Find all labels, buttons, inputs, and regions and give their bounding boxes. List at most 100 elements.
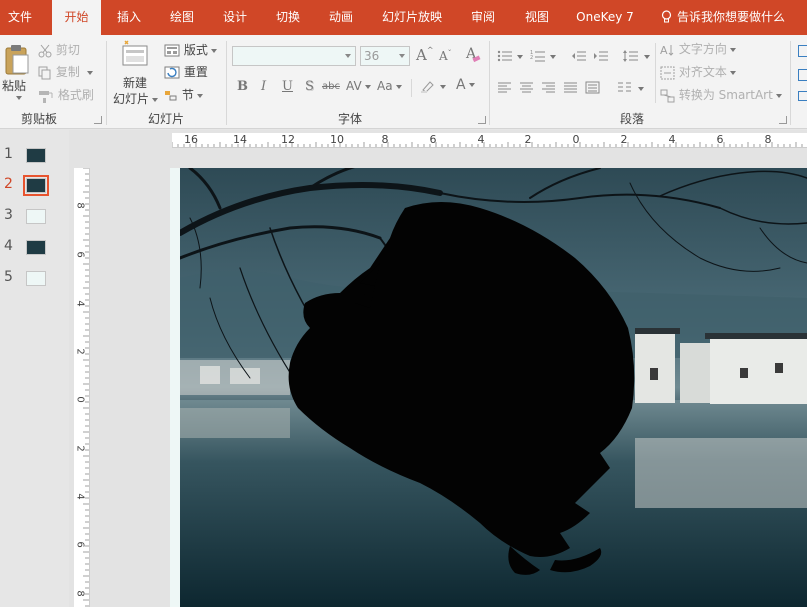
bullets-dropdown-icon[interactable] xyxy=(517,55,523,59)
bold-button[interactable]: B xyxy=(237,79,248,94)
drawing-group-partial xyxy=(796,43,807,103)
italic-button[interactable]: I xyxy=(261,79,266,94)
slide-thumbnail-item[interactable]: 4 xyxy=(0,238,69,260)
paste-icon xyxy=(5,45,29,75)
change-case-dropdown-icon[interactable] xyxy=(395,84,402,89)
font-name-dropdown-icon[interactable] xyxy=(345,54,351,58)
copy-icon xyxy=(38,66,51,79)
format-painter-button[interactable]: 格式刷 xyxy=(38,85,94,105)
ribbon: 粘贴 剪切 复制 格式刷 剪贴板 新建 幻灯片 版式 重置 节 幻灯片 36 A… xyxy=(0,35,807,129)
shape-icon[interactable] xyxy=(798,69,807,81)
tab-view[interactable]: 视图 xyxy=(518,0,556,35)
tab-home[interactable]: 开始 xyxy=(52,0,101,35)
align-right-icon[interactable] xyxy=(541,81,556,94)
align-text-button[interactable]: 对齐文本 xyxy=(660,62,736,82)
char-spacing-dropdown-icon[interactable] xyxy=(364,84,371,89)
convert-smartart-dropdown-icon[interactable] xyxy=(775,93,782,98)
slide-thumbnail-item[interactable]: 2 xyxy=(0,175,69,198)
slide-thumbnail-item[interactable]: 5 xyxy=(0,269,69,291)
section-dropdown-icon[interactable] xyxy=(196,93,203,98)
font-name-combobox[interactable] xyxy=(232,46,356,66)
tab-draw[interactable]: 绘图 xyxy=(163,0,201,35)
justify-icon[interactable] xyxy=(563,81,578,94)
new-slide-dropdown-icon[interactable] xyxy=(152,97,159,102)
slide-thumbnail-image[interactable] xyxy=(26,271,46,286)
char-spacing-button[interactable]: AV xyxy=(346,79,371,93)
grow-font-button[interactable]: A^ xyxy=(416,46,434,64)
align-center-icon[interactable] xyxy=(519,81,534,94)
paste-dropdown-icon[interactable] xyxy=(16,96,22,100)
section-button[interactable]: 节 xyxy=(164,85,203,105)
bullets-icon[interactable] xyxy=(497,49,513,63)
decrease-indent-icon[interactable] xyxy=(571,49,587,63)
clear-format-button[interactable]: A xyxy=(466,46,481,63)
lightbulb-icon xyxy=(661,10,672,23)
tab-file[interactable]: 文件 xyxy=(0,0,40,35)
copy-button[interactable]: 复制 xyxy=(38,62,93,82)
text-direction-dropdown-icon[interactable] xyxy=(729,47,736,52)
shape-icon[interactable] xyxy=(798,91,807,101)
paragraph-row-1: 12 xyxy=(497,47,657,67)
font-color-button[interactable]: A xyxy=(456,77,475,93)
font-color-dropdown-icon[interactable] xyxy=(468,83,475,87)
text-direction-button[interactable]: A 文字方向 xyxy=(660,39,736,59)
shape-icon[interactable] xyxy=(798,45,807,57)
shadow-button[interactable]: S xyxy=(305,79,314,94)
tab-transitions[interactable]: 切换 xyxy=(269,0,307,35)
tab-review[interactable]: 审阅 xyxy=(464,0,502,35)
ruler-label: 4 xyxy=(74,300,86,307)
highlight-button[interactable] xyxy=(420,79,446,97)
slide-thumbnail-image[interactable] xyxy=(26,240,46,255)
reset-button[interactable]: 重置 xyxy=(164,62,208,82)
convert-smartart-button[interactable]: 转换为 SmartArt xyxy=(660,85,782,105)
underline-button[interactable]: U xyxy=(282,79,293,94)
strikethrough-button[interactable]: abc xyxy=(322,81,340,92)
numbering-dropdown-icon[interactable] xyxy=(550,55,556,59)
tab-animations[interactable]: 动画 xyxy=(322,0,360,35)
tab-insert[interactable]: 插入 xyxy=(110,0,148,35)
cut-button[interactable]: 剪切 xyxy=(38,40,80,60)
columns-dropdown-icon[interactable] xyxy=(638,87,644,91)
font-size-combobox[interactable]: 36 xyxy=(360,46,410,66)
columns-icon[interactable] xyxy=(617,81,632,94)
clipboard-launcher-icon[interactable] xyxy=(94,116,102,124)
slide-thumbnail-item[interactable]: 1 xyxy=(0,146,69,168)
paragraph-row-2 xyxy=(497,80,657,100)
numbering-icon[interactable]: 12 xyxy=(530,49,546,63)
ruler-ticks xyxy=(172,142,803,147)
slide-canvas-photo[interactable] xyxy=(180,168,807,607)
ruler-label: 8 xyxy=(74,590,86,597)
line-spacing-icon[interactable] xyxy=(623,49,639,63)
slides-group-label: 幻灯片 xyxy=(148,112,185,126)
tab-onekey[interactable]: OneKey 7 xyxy=(572,0,638,35)
font-launcher-icon[interactable] xyxy=(478,116,486,124)
ruler-label: 2 xyxy=(74,348,86,355)
horizontal-ruler[interactable]: 16 14 12 10 8 6 4 2 0 2 4 6 8 xyxy=(172,133,807,148)
new-slide-button[interactable]: 新建 幻灯片 xyxy=(111,40,161,108)
highlight-dropdown-icon[interactable] xyxy=(440,85,446,89)
copy-dropdown-icon[interactable] xyxy=(86,70,93,75)
slide-thumbnail-image[interactable] xyxy=(23,175,49,196)
tab-design[interactable]: 设计 xyxy=(216,0,254,35)
layout-button[interactable]: 版式 xyxy=(164,40,217,60)
text-direction-icon: A xyxy=(660,44,674,57)
font-inner-separator xyxy=(411,79,412,97)
distributed-icon[interactable] xyxy=(585,81,600,94)
align-text-dropdown-icon[interactable] xyxy=(729,70,736,75)
slide-thumbnail-image[interactable] xyxy=(26,209,46,224)
tab-slideshow[interactable]: 幻灯片放映 xyxy=(376,0,448,35)
slide-thumbnail-item[interactable]: 3 xyxy=(0,207,69,229)
font-size-dropdown-icon[interactable] xyxy=(399,54,405,58)
shrink-font-button[interactable]: Aˇ xyxy=(439,49,452,63)
paragraph-launcher-icon[interactable] xyxy=(779,116,787,124)
slide-left-margin xyxy=(170,168,180,607)
change-case-button[interactable]: Aa xyxy=(377,79,402,93)
tell-me-search[interactable]: 告诉我你想要做什么 xyxy=(660,0,785,35)
align-left-icon[interactable] xyxy=(497,81,512,94)
slide-thumbnail-image[interactable] xyxy=(26,148,46,163)
vertical-ruler[interactable]: 8 6 4 2 0 2 4 6 8 xyxy=(74,168,90,607)
paste-button[interactable]: 粘贴 xyxy=(2,41,32,105)
layout-dropdown-icon[interactable] xyxy=(210,48,217,53)
increase-indent-icon[interactable] xyxy=(593,49,609,63)
line-spacing-dropdown-icon[interactable] xyxy=(644,55,650,59)
